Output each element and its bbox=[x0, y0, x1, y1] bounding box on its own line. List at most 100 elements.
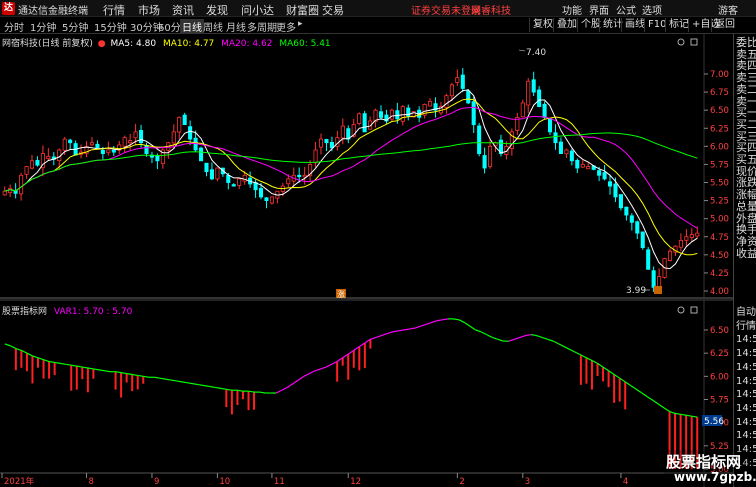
menu-market[interactable]: 市场 bbox=[138, 2, 160, 18]
var1-segment bbox=[480, 331, 487, 336]
var1-segment bbox=[314, 368, 321, 372]
var1-segment bbox=[193, 383, 199, 386]
period-multi[interactable]: 多周期 bbox=[247, 19, 277, 34]
ma5-label: MA5: 4.80 bbox=[110, 39, 157, 49]
period-weekly[interactable]: 周线 bbox=[203, 19, 223, 34]
var1-segment bbox=[635, 388, 643, 394]
x-tick-label: 9 bbox=[154, 477, 159, 487]
candle-body bbox=[269, 196, 274, 204]
panel-field: 收益 bbox=[736, 246, 756, 260]
candle-body bbox=[122, 137, 127, 147]
menu-formula[interactable]: 公式 bbox=[616, 2, 636, 17]
watermark-title: 股票指标网 bbox=[666, 453, 742, 471]
var1-segment bbox=[325, 363, 332, 368]
var1-segment bbox=[215, 386, 221, 389]
candle-body bbox=[695, 232, 700, 237]
period-timeshare[interactable]: 分时 bbox=[4, 19, 24, 34]
var1-segment bbox=[176, 380, 183, 383]
period-5min[interactable]: 5分钟 bbox=[62, 19, 88, 34]
candle-body bbox=[646, 249, 651, 270]
menu-function[interactable]: 功能 bbox=[562, 2, 582, 17]
candle-body bbox=[95, 143, 100, 149]
overlay-button[interactable]: 叠加 bbox=[553, 18, 577, 32]
stock-name-label: 网宿科技(日线 前复权) bbox=[2, 39, 93, 49]
mark-button[interactable]: 标记 bbox=[665, 18, 689, 32]
sub-y-tick-label: 6.50 bbox=[710, 326, 729, 336]
panel-tick-time: 14:50 bbox=[736, 361, 756, 373]
var1-segment bbox=[558, 343, 565, 348]
menu-options[interactable]: 选项 bbox=[642, 2, 662, 17]
var1-segment bbox=[60, 362, 66, 365]
back-button[interactable]: 返回 bbox=[711, 18, 735, 32]
panel-tick-time: 14:50 bbox=[736, 389, 756, 401]
var1-segment bbox=[530, 334, 537, 337]
var1-segment bbox=[170, 379, 177, 382]
sub-bar bbox=[20, 350, 23, 368]
menu-trade[interactable]: 交易 bbox=[322, 2, 344, 18]
y-tick-label: 7.00 bbox=[710, 70, 729, 80]
sub-bar bbox=[225, 389, 228, 408]
sub-bar bbox=[590, 360, 593, 390]
sub-bar bbox=[136, 375, 139, 390]
var1-segment bbox=[220, 387, 227, 390]
candle-body bbox=[575, 159, 580, 169]
candle-body bbox=[68, 139, 73, 144]
user-guest[interactable]: 游客 bbox=[718, 2, 738, 17]
menu-news[interactable]: 资讯 bbox=[172, 2, 194, 18]
candle-body bbox=[182, 114, 187, 126]
chart-window-controls[interactable] bbox=[677, 38, 698, 314]
limit-up-mark: 涨 bbox=[337, 289, 345, 299]
period-more[interactable]: 更多 bbox=[276, 19, 296, 34]
more-arrow-icon[interactable]: ▸ bbox=[298, 19, 303, 29]
candle-body bbox=[226, 174, 231, 183]
sub-bar bbox=[618, 378, 621, 402]
indicator-name[interactable]: 股票指标网 bbox=[2, 307, 47, 317]
period-monthly[interactable]: 月线 bbox=[226, 19, 246, 34]
menu-discover[interactable]: 发现 bbox=[206, 2, 228, 18]
event-marker-icon[interactable] bbox=[654, 286, 662, 294]
candle-body bbox=[635, 221, 640, 234]
candle-body bbox=[362, 113, 367, 133]
sub-bar bbox=[613, 374, 616, 403]
candle-body bbox=[471, 101, 476, 126]
var1-segment bbox=[154, 376, 160, 379]
menu-ask[interactable]: 问小达 bbox=[241, 2, 274, 18]
var1-segment bbox=[663, 407, 670, 413]
ma-lines-layer bbox=[4, 89, 698, 270]
menu-interface[interactable]: 界面 bbox=[589, 2, 609, 17]
adjust-button[interactable]: 复权 bbox=[529, 18, 553, 32]
f10-button[interactable]: F10 bbox=[644, 18, 666, 32]
sub-bar bbox=[142, 376, 145, 384]
period-15min[interactable]: 15分钟 bbox=[94, 19, 127, 34]
candle-body bbox=[139, 130, 144, 144]
candle-body bbox=[177, 117, 182, 133]
sub-bar bbox=[230, 390, 233, 415]
menu-quotes[interactable]: 行情 bbox=[103, 2, 125, 18]
y-tick-label: 6.25 bbox=[710, 124, 729, 134]
account-name: 网睿科技 bbox=[471, 6, 511, 17]
var1-segment bbox=[647, 396, 654, 401]
stock-button[interactable]: 个股 bbox=[577, 18, 601, 32]
candle-body bbox=[378, 111, 384, 118]
period-1min[interactable]: 1分钟 bbox=[30, 19, 56, 34]
sub-bar bbox=[585, 357, 588, 384]
menu-wealth[interactable]: 财富圈 bbox=[286, 2, 319, 18]
x-tick-label: 2021年 bbox=[4, 476, 35, 487]
candle-body bbox=[264, 197, 269, 201]
var1-segment bbox=[381, 333, 388, 337]
ma60-label: MA60: 5.41 bbox=[279, 39, 331, 49]
sub-bar bbox=[75, 366, 78, 390]
period-daily[interactable]: 日线 bbox=[180, 19, 204, 34]
y-tick-label: 5.25 bbox=[710, 197, 729, 207]
draw-button[interactable]: 画线 bbox=[621, 18, 645, 32]
candle-body bbox=[460, 74, 465, 89]
candle-body bbox=[488, 145, 493, 167]
panel-tick-time: 14:50 bbox=[736, 334, 756, 346]
var1-segment bbox=[397, 329, 404, 332]
y-tick-label: 5.00 bbox=[710, 215, 729, 225]
candle-body bbox=[684, 236, 689, 241]
kline-chart[interactable]: 7.00 6.75 6.50 6.25 6.00 5.75 5.50 5.25 5.00 4.75… bbox=[0, 34, 733, 487]
candle-body bbox=[204, 162, 209, 173]
candle-body bbox=[449, 84, 454, 97]
stats-button[interactable]: 统计 bbox=[599, 18, 623, 32]
